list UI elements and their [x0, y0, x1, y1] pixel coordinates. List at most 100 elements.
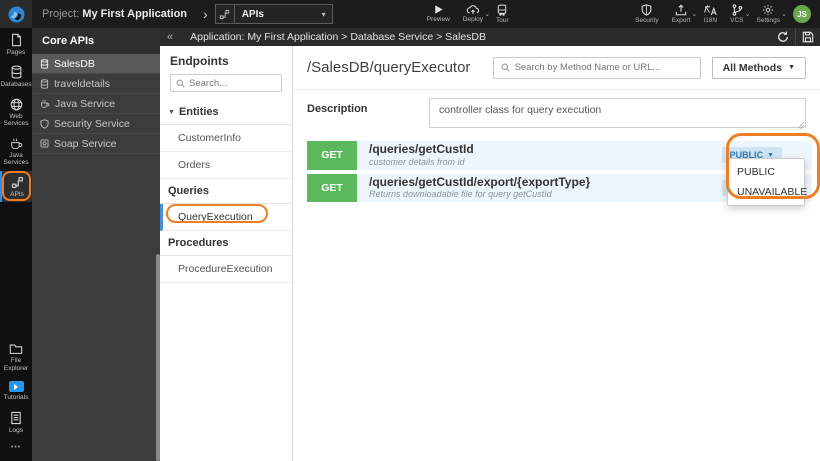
- section-header-procedures[interactable]: Procedures: [160, 231, 292, 256]
- endpoint-info: /queries/getCustId customer details from…: [369, 141, 474, 170]
- sidebar-item-file-explorer[interactable]: File Explorer: [0, 338, 32, 376]
- service-item-traveldetails[interactable]: traveldetails: [32, 74, 160, 94]
- sidebar-item-label: File Explorer: [3, 357, 29, 372]
- tour-button[interactable]: Tour: [496, 4, 509, 24]
- http-method-badge: GET: [307, 173, 357, 203]
- service-item-security-service[interactable]: Security Service: [32, 114, 160, 134]
- endpoint-item-customerinfo[interactable]: CustomerInfo: [160, 125, 292, 152]
- sidebar-item-java-services[interactable]: Java Services: [0, 132, 32, 171]
- security-button[interactable]: Security: [635, 4, 659, 24]
- refresh-button[interactable]: [771, 28, 795, 46]
- endpoints-panel: Endpoints ▼ Entities CustomerInfo Orders…: [160, 46, 293, 461]
- save-button[interactable]: [795, 28, 820, 46]
- service-item-java-service[interactable]: Java Service: [32, 94, 160, 114]
- core-apis-panel-title: Core APIs: [32, 28, 160, 54]
- top-bar: Project: My First Application › APIs ▾ Pr…: [0, 0, 820, 28]
- dropdown-option-unavailable[interactable]: UNAVAILABLE: [728, 182, 807, 202]
- globe-icon: [10, 98, 23, 111]
- endpoint-summary: customer details from id: [369, 156, 465, 167]
- preview-label: Preview: [426, 16, 450, 23]
- database-icon: [40, 58, 49, 69]
- databases-icon: [10, 65, 23, 79]
- method-search[interactable]: [492, 56, 701, 79]
- endpoint-item-label: ProcedureExecution: [178, 263, 273, 275]
- endpoints-search[interactable]: [170, 74, 282, 92]
- endpoint-info: /queries/getCustId/export/{exportType} R…: [369, 174, 590, 203]
- soap-service-icon: [40, 139, 49, 148]
- dropdown-option-public[interactable]: PUBLIC: [728, 162, 804, 182]
- endpoint-item-orders[interactable]: Orders: [160, 152, 292, 179]
- apis-icon: [216, 5, 235, 23]
- section-label: Entities: [178, 106, 219, 118]
- i18n-button[interactable]: I18N: [703, 4, 717, 24]
- description-textarea[interactable]: controller class for query execution: [429, 98, 806, 128]
- service-item-label: SalesDB: [54, 57, 95, 70]
- endpoint-item-queryexecution[interactable]: QueryExecution: [160, 204, 292, 231]
- avatar-initials: JS: [797, 9, 807, 19]
- gear-icon: [762, 4, 774, 16]
- resize-handle-icon[interactable]: [797, 122, 804, 129]
- apis-icon: [11, 176, 24, 189]
- shield-icon: [40, 118, 49, 129]
- security-label: Security: [635, 17, 659, 24]
- service-item-label: Security Service: [54, 117, 130, 130]
- cloud-upload-icon: [466, 4, 480, 15]
- section-header-entities[interactable]: ▼ Entities: [160, 100, 292, 125]
- endpoints-panel-title: Endpoints: [170, 54, 229, 68]
- endpoint-item-procedureexecution[interactable]: ProcedureExecution: [160, 256, 292, 283]
- method-search-input[interactable]: [514, 62, 693, 73]
- app-logo[interactable]: [0, 0, 32, 28]
- search-icon: [176, 79, 185, 88]
- sidebar-item-label: Tutorials: [3, 394, 29, 402]
- workspace-selector[interactable]: APIs ▾: [214, 4, 333, 24]
- pages-icon: [10, 33, 23, 47]
- export-icon: [675, 4, 687, 16]
- service-item-label: Soap Service: [54, 137, 117, 150]
- service-item-label: traveldetails: [54, 77, 111, 90]
- section-header-queries[interactable]: Queries: [160, 179, 292, 204]
- sidebar-item-label: Logs: [8, 426, 24, 434]
- translate-icon: [703, 4, 717, 16]
- database-icon: [40, 78, 49, 89]
- sidebar-item-pages[interactable]: Pages: [0, 28, 32, 60]
- sidebar-item-databases[interactable]: Databases: [0, 60, 32, 92]
- settings-button[interactable]: ⌄ Settings: [757, 4, 787, 24]
- bus-icon: [496, 4, 508, 16]
- caret-down-icon: ▼: [168, 108, 175, 116]
- vcs-button[interactable]: ⌄ VCS: [730, 4, 751, 24]
- coffee-icon: [40, 99, 50, 108]
- search-icon: [501, 63, 510, 72]
- preview-button[interactable]: Preview: [427, 4, 450, 24]
- sidebar-item-apis[interactable]: APIs: [0, 170, 32, 203]
- ellipsis-icon: •••: [10, 444, 22, 451]
- service-item-label: Java Service: [55, 97, 116, 110]
- panel-scrollbar[interactable]: [156, 254, 160, 461]
- user-avatar[interactable]: JS: [793, 5, 811, 23]
- rail-overflow-button[interactable]: •••: [0, 438, 32, 457]
- service-item-soap-service[interactable]: Soap Service: [32, 134, 160, 154]
- endpoints-search-input[interactable]: [189, 77, 276, 89]
- wavemaker-logo-icon: [8, 6, 25, 23]
- all-methods-dropdown[interactable]: All Methods ▼: [711, 56, 806, 79]
- project-label: Project:: [42, 8, 80, 20]
- folder-icon: [9, 343, 23, 355]
- deploy-button[interactable]: ⌄ Deploy: [463, 4, 490, 24]
- main-content: /SalesDB/queryExecutor All Methods ▼ Des…: [294, 46, 820, 461]
- sidebar-item-logs[interactable]: Logs: [0, 406, 32, 438]
- access-level-dropdown-menu: PUBLIC UNAVAILABLE: [727, 158, 807, 206]
- endpoint-path: /queries/getCustId: [369, 142, 474, 156]
- service-item-salesdb[interactable]: SalesDB: [32, 54, 160, 74]
- sidebar-item-tutorials[interactable]: Tutorials: [0, 376, 32, 405]
- collapse-panel-button[interactable]: «: [160, 31, 180, 43]
- i18n-label: I18N: [703, 17, 718, 24]
- endpoint-item-label: QueryExecution: [178, 211, 253, 223]
- endpoint-summary: Returns downloadable file for query getC…: [369, 189, 552, 200]
- page-title: /SalesDB/queryExecutor: [307, 59, 471, 76]
- play-icon: [433, 4, 444, 15]
- export-button[interactable]: ⌄ Export: [672, 4, 697, 24]
- video-play-icon: [8, 381, 24, 393]
- sidebar-item-web-services[interactable]: Web Services: [0, 93, 32, 132]
- all-methods-label: All Methods: [722, 61, 783, 74]
- chevron-down-icon: ⌄: [691, 11, 698, 18]
- core-apis-panel: Core APIs SalesDB traveldetails Java Ser…: [32, 28, 160, 461]
